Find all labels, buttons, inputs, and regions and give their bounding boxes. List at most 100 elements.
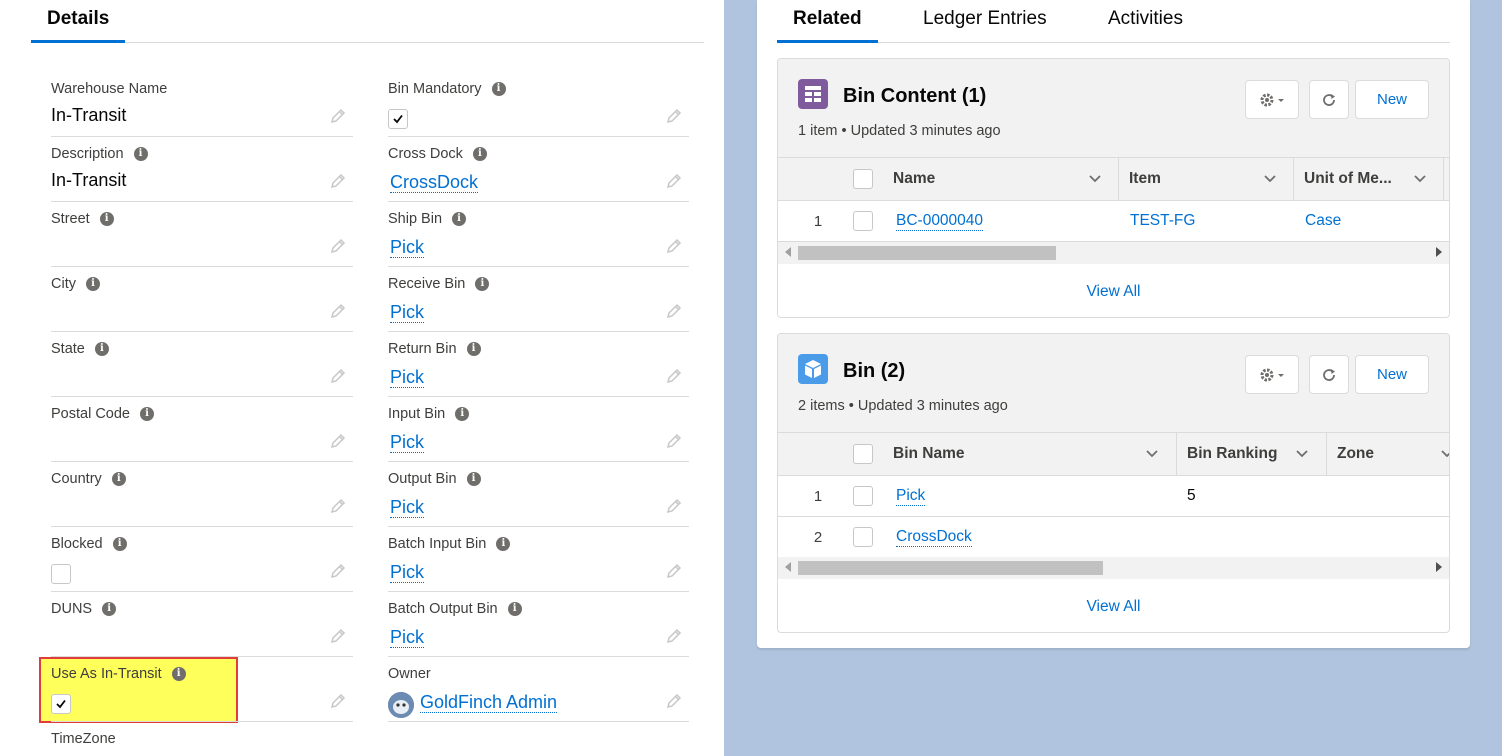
chevron-down-icon[interactable] bbox=[1413, 172, 1427, 186]
chevron-down-icon[interactable] bbox=[1440, 447, 1450, 461]
info-icon[interactable]: i bbox=[491, 82, 506, 96]
edit-pencil-icon[interactable] bbox=[329, 497, 347, 515]
info-icon[interactable]: i bbox=[472, 147, 487, 161]
edit-pencil-icon[interactable] bbox=[329, 562, 347, 580]
field-label: Input Bin i bbox=[388, 406, 470, 422]
edit-pencil-icon[interactable] bbox=[329, 367, 347, 385]
edit-pencil-icon[interactable] bbox=[665, 172, 683, 190]
scrollbar-thumb[interactable] bbox=[798, 246, 1056, 260]
edit-pencil-icon[interactable] bbox=[329, 172, 347, 190]
column-header-bin-name[interactable]: Bin Name bbox=[883, 433, 1176, 475]
refresh-button[interactable] bbox=[1309, 80, 1349, 119]
info-icon[interactable]: i bbox=[111, 472, 126, 486]
bin-link[interactable]: Pick bbox=[896, 487, 926, 506]
edit-pencil-icon[interactable] bbox=[665, 302, 683, 320]
unit-link[interactable]: Case bbox=[1305, 212, 1341, 230]
field-link[interactable]: Pick bbox=[390, 497, 425, 518]
refresh-button[interactable] bbox=[1309, 355, 1349, 394]
info-icon[interactable]: i bbox=[496, 537, 511, 551]
info-icon[interactable]: i bbox=[466, 342, 481, 356]
field-link[interactable]: Pick bbox=[390, 432, 425, 453]
field-link[interactable]: Pick bbox=[390, 237, 425, 258]
view-all-link[interactable]: View All bbox=[778, 598, 1449, 616]
chevron-down-icon[interactable] bbox=[1295, 447, 1309, 461]
item-link[interactable]: TEST-FG bbox=[1130, 212, 1195, 230]
tab-ledger-entries[interactable]: Ledger Entries bbox=[907, 8, 1063, 43]
horizontal-scrollbar[interactable] bbox=[778, 557, 1449, 579]
field-link[interactable]: CrossDock bbox=[390, 172, 479, 193]
settings-menu-button[interactable] bbox=[1245, 355, 1299, 394]
tab-activities[interactable]: Activities bbox=[1092, 8, 1199, 43]
card-title[interactable]: Bin (2) bbox=[843, 360, 905, 383]
field-receive-bin: Receive Bin i Pick bbox=[388, 267, 689, 332]
info-icon[interactable]: i bbox=[455, 407, 470, 421]
field-label: Output Bin i bbox=[388, 471, 481, 487]
info-icon[interactable]: i bbox=[466, 472, 481, 486]
settings-menu-button[interactable] bbox=[1245, 80, 1299, 119]
edit-pencil-icon[interactable] bbox=[329, 692, 347, 710]
info-icon[interactable]: i bbox=[140, 407, 154, 421]
field-link[interactable]: Pick bbox=[390, 627, 425, 648]
field-bin-mandatory: Bin Mandatory i bbox=[388, 72, 689, 137]
edit-pencil-icon[interactable] bbox=[329, 432, 347, 450]
edit-pencil-icon[interactable] bbox=[665, 367, 683, 385]
info-icon[interactable]: i bbox=[475, 277, 490, 291]
info-icon[interactable]: i bbox=[507, 602, 522, 616]
field-label: Owner bbox=[388, 666, 431, 682]
row-checkbox[interactable] bbox=[853, 211, 873, 231]
edit-pencil-icon[interactable] bbox=[665, 432, 683, 450]
edit-pencil-icon[interactable] bbox=[665, 237, 683, 255]
field-link[interactable]: Pick bbox=[390, 302, 425, 323]
scroll-right-arrow[interactable] bbox=[1436, 562, 1442, 572]
tab-details[interactable]: Details bbox=[31, 8, 126, 43]
bin-content-link[interactable]: BC-0000040 bbox=[896, 212, 984, 231]
view-all-link[interactable]: View All bbox=[778, 283, 1449, 301]
info-icon[interactable]: i bbox=[452, 212, 467, 226]
info-icon[interactable]: i bbox=[99, 212, 114, 226]
info-icon[interactable]: i bbox=[171, 667, 186, 681]
row-checkbox[interactable] bbox=[853, 486, 873, 506]
field-value: In-Transit bbox=[51, 170, 127, 190]
edit-pencil-icon[interactable] bbox=[665, 497, 683, 515]
info-icon[interactable]: i bbox=[94, 342, 109, 356]
select-all-checkbox[interactable] bbox=[853, 444, 873, 464]
info-icon[interactable]: i bbox=[133, 147, 148, 161]
chevron-down-icon[interactable] bbox=[1263, 172, 1277, 186]
edit-pencil-icon[interactable] bbox=[665, 627, 683, 645]
chevron-down-icon[interactable] bbox=[1145, 447, 1159, 461]
column-header-name[interactable]: Name bbox=[883, 158, 1119, 200]
field-owner: Owner GoldFinch Admin bbox=[388, 657, 689, 722]
new-bin-content-button[interactable]: New bbox=[1355, 80, 1429, 119]
field-link[interactable]: Pick bbox=[390, 562, 425, 583]
field-label: State i bbox=[51, 341, 109, 357]
field-link[interactable]: Pick bbox=[390, 367, 425, 388]
row-checkbox[interactable] bbox=[853, 527, 873, 547]
chevron-down-icon[interactable] bbox=[1088, 172, 1102, 186]
horizontal-scrollbar[interactable] bbox=[778, 242, 1449, 264]
field-input-bin: Input Bin i Pick bbox=[388, 397, 689, 462]
tab-related[interactable]: Related bbox=[777, 8, 878, 43]
bin-link[interactable]: CrossDock bbox=[896, 528, 972, 547]
gear-icon bbox=[1260, 93, 1284, 106]
edit-pencil-icon[interactable] bbox=[665, 107, 683, 125]
edit-pencil-icon[interactable] bbox=[329, 302, 347, 320]
scrollbar-thumb[interactable] bbox=[798, 561, 1103, 575]
edit-pencil-icon[interactable] bbox=[329, 237, 347, 255]
info-icon[interactable]: i bbox=[112, 537, 127, 551]
edit-pencil-icon[interactable] bbox=[329, 107, 347, 125]
column-header-zone[interactable]: Zone bbox=[1327, 433, 1447, 475]
scroll-left-arrow[interactable] bbox=[785, 562, 791, 572]
new-bin-button[interactable]: New bbox=[1355, 355, 1429, 394]
card-header: Bin (2) 2 items • Updated 3 minutes ago … bbox=[778, 334, 1449, 432]
change-owner-icon[interactable] bbox=[665, 692, 683, 710]
edit-pencil-icon[interactable] bbox=[665, 562, 683, 580]
owner-link[interactable]: GoldFinch Admin bbox=[420, 692, 558, 713]
scroll-left-arrow[interactable] bbox=[785, 247, 791, 257]
card-title[interactable]: Bin Content (1) bbox=[843, 85, 986, 108]
select-all-checkbox[interactable] bbox=[853, 169, 873, 189]
edit-pencil-icon[interactable] bbox=[329, 627, 347, 645]
scroll-right-arrow[interactable] bbox=[1436, 247, 1442, 257]
info-icon[interactable]: i bbox=[85, 277, 100, 291]
related-panel: Related Ledger Entries Activities Bin Co… bbox=[757, 0, 1470, 648]
info-icon[interactable]: i bbox=[102, 602, 117, 616]
